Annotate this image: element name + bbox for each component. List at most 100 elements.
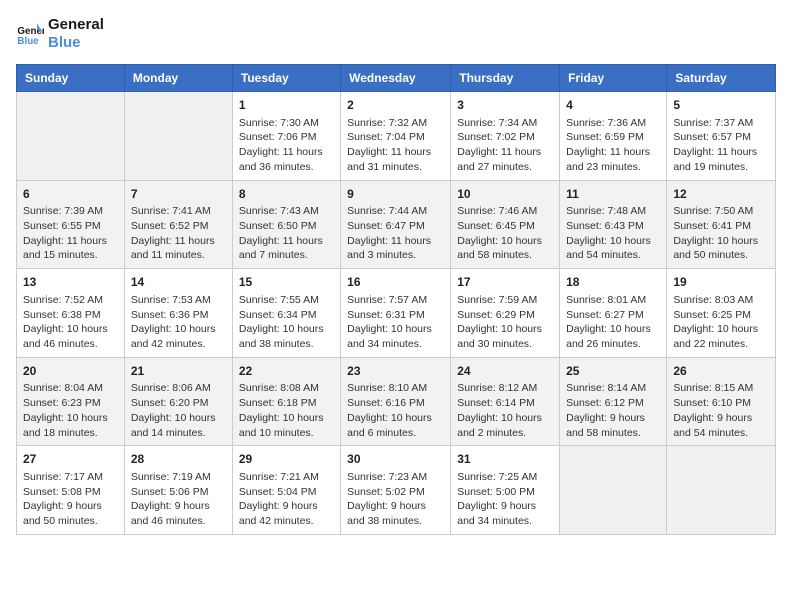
day-info: Sunrise: 7:21 AMSunset: 5:04 PMDaylight:… bbox=[239, 470, 334, 529]
day-number: 23 bbox=[347, 363, 444, 380]
day-info: Sunrise: 7:36 AMSunset: 6:59 PMDaylight:… bbox=[566, 116, 660, 175]
day-cell-25: 25Sunrise: 8:14 AMSunset: 6:12 PMDayligh… bbox=[560, 357, 667, 446]
day-cell-7: 7Sunrise: 7:41 AMSunset: 6:52 PMDaylight… bbox=[124, 180, 232, 269]
day-cell-13: 13 Sunrise: 7:52 AMSunset: 6:38 PMDayligh… bbox=[17, 269, 125, 358]
day-cell-8: 8Sunrise: 7:43 AMSunset: 6:50 PMDaylight… bbox=[232, 180, 340, 269]
page-header: General Blue General Blue bbox=[16, 16, 776, 52]
day-info: Sunrise: 8:14 AMSunset: 6:12 PMDaylight:… bbox=[566, 381, 660, 440]
day-cell-10: 10Sunrise: 7:46 AMSunset: 6:45 PMDayligh… bbox=[451, 180, 560, 269]
day-cell-19: 19 Sunrise: 8:03 AMSunset: 6:25 PMDayligh… bbox=[667, 269, 776, 358]
day-number: 28 bbox=[131, 451, 226, 468]
day-info: Sunrise: 7:53 AMSunset: 6:36 PMDaylight:… bbox=[131, 293, 226, 352]
day-number: 10 bbox=[457, 186, 553, 203]
week-row-5: 27 Sunrise: 7:17 AMSunset: 5:08 PMDayligh… bbox=[17, 446, 776, 535]
day-info: Sunrise: 7:17 AMSunset: 5:08 PMDaylight:… bbox=[23, 470, 118, 529]
day-info: Sunrise: 7:59 AMSunset: 6:29 PMDaylight:… bbox=[457, 293, 553, 352]
day-info: Sunrise: 8:06 AMSunset: 6:20 PMDaylight:… bbox=[131, 381, 226, 440]
day-number: 11 bbox=[566, 186, 660, 203]
day-number: 5 bbox=[673, 97, 769, 114]
day-info: Sunrise: 7:50 AMSunset: 6:41 PMDaylight:… bbox=[673, 204, 769, 263]
day-info: Sunrise: 7:57 AMSunset: 6:31 PMDaylight:… bbox=[347, 293, 444, 352]
day-cell-26: 26Sunrise: 8:15 AMSunset: 6:10 PMDayligh… bbox=[667, 357, 776, 446]
empty-cell bbox=[17, 92, 125, 181]
day-info: Sunrise: 7:30 AMSunset: 7:06 PMDaylight:… bbox=[239, 116, 334, 175]
day-number: 25 bbox=[566, 363, 660, 380]
day-number: 15 bbox=[239, 274, 334, 291]
logo-blue: Blue bbox=[48, 34, 104, 52]
day-cell-23: 23Sunrise: 8:10 AMSunset: 6:16 PMDayligh… bbox=[341, 357, 451, 446]
day-number: 1 bbox=[239, 97, 334, 114]
day-cell-22: 22Sunrise: 8:08 AMSunset: 6:18 PMDayligh… bbox=[232, 357, 340, 446]
empty-cell bbox=[124, 92, 232, 181]
day-info: Sunrise: 8:01 AMSunset: 6:27 PMDaylight:… bbox=[566, 293, 660, 352]
day-info: Sunrise: 8:03 AMSunset: 6:25 PMDaylight:… bbox=[673, 293, 769, 352]
day-info: Sunrise: 7:41 AMSunset: 6:52 PMDaylight:… bbox=[131, 204, 226, 263]
day-number: 26 bbox=[673, 363, 769, 380]
day-number: 8 bbox=[239, 186, 334, 203]
day-number: 21 bbox=[131, 363, 226, 380]
day-number: 19 bbox=[673, 274, 769, 291]
header-row: SundayMondayTuesdayWednesdayThursdayFrid… bbox=[17, 65, 776, 92]
header-day-thursday: Thursday bbox=[451, 65, 560, 92]
day-cell-28: 28Sunrise: 7:19 AMSunset: 5:06 PMDayligh… bbox=[124, 446, 232, 535]
day-number: 12 bbox=[673, 186, 769, 203]
logo-general: General bbox=[48, 16, 104, 34]
day-cell-4: 4 Sunrise: 7:36 AMSunset: 6:59 PMDaylight… bbox=[560, 92, 667, 181]
day-cell-16: 16 Sunrise: 7:57 AMSunset: 6:31 PMDayligh… bbox=[341, 269, 451, 358]
day-number: 6 bbox=[23, 186, 118, 203]
day-number: 22 bbox=[239, 363, 334, 380]
logo-icon: General Blue bbox=[16, 20, 44, 48]
day-info: Sunrise: 7:37 AMSunset: 6:57 PMDaylight:… bbox=[673, 116, 769, 175]
day-info: Sunrise: 7:48 AMSunset: 6:43 PMDaylight:… bbox=[566, 204, 660, 263]
day-cell-2: 2Sunrise: 7:32 AMSunset: 7:04 PMDaylight… bbox=[341, 92, 451, 181]
day-cell-3: 3Sunrise: 7:34 AMSunset: 7:02 PMDaylight… bbox=[451, 92, 560, 181]
empty-cell bbox=[667, 446, 776, 535]
day-cell-5: 5 Sunrise: 7:37 AMSunset: 6:57 PMDaylight… bbox=[667, 92, 776, 181]
day-number: 16 bbox=[347, 274, 444, 291]
day-number: 24 bbox=[457, 363, 553, 380]
header-day-tuesday: Tuesday bbox=[232, 65, 340, 92]
day-cell-14: 14 Sunrise: 7:53 AMSunset: 6:36 PMDayligh… bbox=[124, 269, 232, 358]
day-info: Sunrise: 8:10 AMSunset: 6:16 PMDaylight:… bbox=[347, 381, 444, 440]
day-number: 31 bbox=[457, 451, 553, 468]
day-number: 13 bbox=[23, 274, 118, 291]
day-number: 17 bbox=[457, 274, 553, 291]
logo: General Blue General Blue bbox=[16, 16, 104, 52]
day-info: Sunrise: 8:15 AMSunset: 6:10 PMDaylight:… bbox=[673, 381, 769, 440]
calendar-header: SundayMondayTuesdayWednesdayThursdayFrid… bbox=[17, 65, 776, 92]
header-day-saturday: Saturday bbox=[667, 65, 776, 92]
day-info: Sunrise: 8:08 AMSunset: 6:18 PMDaylight:… bbox=[239, 381, 334, 440]
day-cell-27: 27 Sunrise: 7:17 AMSunset: 5:08 PMDayligh… bbox=[17, 446, 125, 535]
day-cell-20: 20Sunrise: 8:04 AMSunset: 6:23 PMDayligh… bbox=[17, 357, 125, 446]
day-info: Sunrise: 7:25 AMSunset: 5:00 PMDaylight:… bbox=[457, 470, 553, 529]
day-cell-31: 31 Sunrise: 7:25 AMSunset: 5:00 PMDayligh… bbox=[451, 446, 560, 535]
week-row-3: 13 Sunrise: 7:52 AMSunset: 6:38 PMDayligh… bbox=[17, 269, 776, 358]
day-number: 20 bbox=[23, 363, 118, 380]
day-number: 9 bbox=[347, 186, 444, 203]
header-day-wednesday: Wednesday bbox=[341, 65, 451, 92]
day-cell-15: 15Sunrise: 7:55 AMSunset: 6:34 PMDayligh… bbox=[232, 269, 340, 358]
day-info: Sunrise: 7:44 AMSunset: 6:47 PMDaylight:… bbox=[347, 204, 444, 263]
day-number: 4 bbox=[566, 97, 660, 114]
day-cell-12: 12Sunrise: 7:50 AMSunset: 6:41 PMDayligh… bbox=[667, 180, 776, 269]
day-cell-30: 30Sunrise: 7:23 AMSunset: 5:02 PMDayligh… bbox=[341, 446, 451, 535]
week-row-4: 20Sunrise: 8:04 AMSunset: 6:23 PMDayligh… bbox=[17, 357, 776, 446]
day-cell-11: 11Sunrise: 7:48 AMSunset: 6:43 PMDayligh… bbox=[560, 180, 667, 269]
calendar-table: SundayMondayTuesdayWednesdayThursdayFrid… bbox=[16, 64, 776, 535]
day-info: Sunrise: 8:04 AMSunset: 6:23 PMDaylight:… bbox=[23, 381, 118, 440]
day-cell-17: 17 Sunrise: 7:59 AMSunset: 6:29 PMDayligh… bbox=[451, 269, 560, 358]
day-number: 14 bbox=[131, 274, 226, 291]
day-cell-1: 1 Sunrise: 7:30 AMSunset: 7:06 PMDaylight… bbox=[232, 92, 340, 181]
day-cell-29: 29Sunrise: 7:21 AMSunset: 5:04 PMDayligh… bbox=[232, 446, 340, 535]
day-info: Sunrise: 7:23 AMSunset: 5:02 PMDaylight:… bbox=[347, 470, 444, 529]
day-number: 27 bbox=[23, 451, 118, 468]
day-info: Sunrise: 7:46 AMSunset: 6:45 PMDaylight:… bbox=[457, 204, 553, 263]
day-info: Sunrise: 7:52 AMSunset: 6:38 PMDaylight:… bbox=[23, 293, 118, 352]
header-day-monday: Monday bbox=[124, 65, 232, 92]
day-info: Sunrise: 7:32 AMSunset: 7:04 PMDaylight:… bbox=[347, 116, 444, 175]
day-info: Sunrise: 8:12 AMSunset: 6:14 PMDaylight:… bbox=[457, 381, 553, 440]
week-row-1: 1 Sunrise: 7:30 AMSunset: 7:06 PMDaylight… bbox=[17, 92, 776, 181]
header-day-friday: Friday bbox=[560, 65, 667, 92]
day-number: 3 bbox=[457, 97, 553, 114]
day-info: Sunrise: 7:43 AMSunset: 6:50 PMDaylight:… bbox=[239, 204, 334, 263]
